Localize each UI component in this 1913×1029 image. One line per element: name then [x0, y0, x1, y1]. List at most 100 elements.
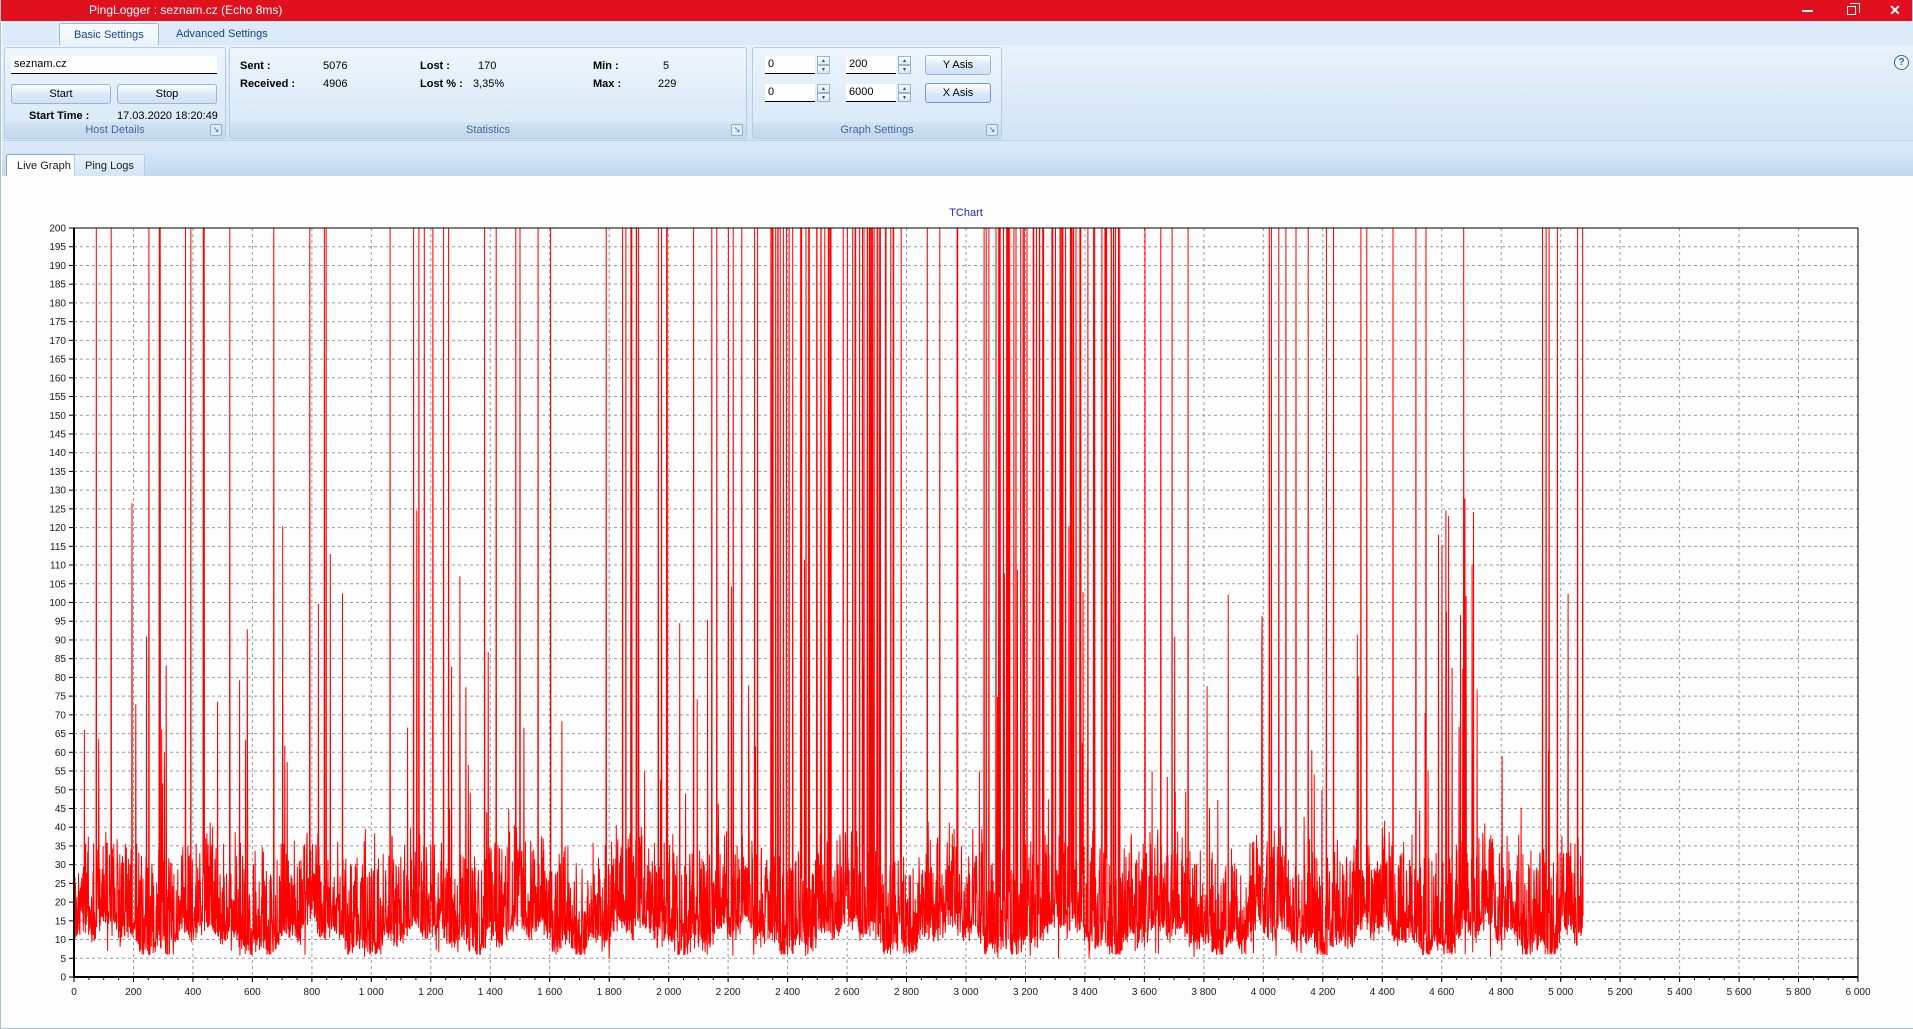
svg-text:1 400: 1 400 — [478, 987, 503, 998]
svg-text:600: 600 — [244, 987, 261, 998]
svg-text:110: 110 — [50, 561, 66, 572]
svg-text:125: 125 — [49, 504, 66, 515]
minimize-button[interactable] — [1796, 2, 1818, 20]
ribbon: Basic Settings Advanced Settings seznam.… — [2, 21, 1913, 152]
svg-text:4 800: 4 800 — [1489, 987, 1514, 998]
svg-text:80: 80 — [55, 673, 67, 684]
x-min-spinner: 0 ▲▼ — [765, 84, 830, 102]
svg-text:TChart: TChart — [949, 207, 983, 219]
start-time-value: 17.03.2020 18:20:49 — [117, 110, 218, 122]
statistics-group-label: Statistics — [466, 124, 510, 136]
svg-text:3 600: 3 600 — [1132, 987, 1157, 998]
max-label: Max : — [593, 78, 621, 90]
spin-up-icon[interactable]: ▲ — [817, 84, 830, 93]
svg-text:200: 200 — [49, 224, 66, 235]
svg-text:120: 120 — [49, 523, 66, 534]
spin-down-icon[interactable]: ▼ — [898, 65, 911, 74]
svg-text:2 200: 2 200 — [716, 987, 741, 998]
svg-text:4 400: 4 400 — [1370, 987, 1395, 998]
dialog-launcher-icon[interactable]: ↘ — [986, 124, 998, 136]
svg-text:180: 180 — [49, 298, 66, 309]
y-min-spinner: 0 ▲▼ — [765, 56, 830, 74]
svg-text:5 200: 5 200 — [1608, 987, 1633, 998]
max-value: 229 — [658, 78, 676, 90]
svg-text:20: 20 — [55, 898, 67, 909]
svg-text:3 800: 3 800 — [1191, 987, 1216, 998]
svg-text:45: 45 — [55, 804, 67, 815]
stop-button-label: Stop — [156, 88, 179, 100]
svg-text:75: 75 — [55, 692, 67, 703]
lost-label: Lost : — [420, 60, 450, 72]
y-axis-button[interactable]: Y Asis — [925, 55, 991, 75]
y-min-input[interactable]: 0 — [765, 56, 815, 74]
svg-text:1 000: 1 000 — [359, 987, 384, 998]
svg-text:200: 200 — [125, 987, 142, 998]
svg-text:0: 0 — [71, 987, 77, 998]
ping-chart[interactable]: 0510152025303540455055606570758085909510… — [2, 176, 1913, 1028]
group-host-details: seznam.cz Start Stop Start Time : 17.03.… — [4, 47, 226, 139]
x-max-spinner: 6000 ▲▼ — [846, 84, 911, 102]
svg-text:1 600: 1 600 — [537, 987, 562, 998]
svg-text:165: 165 — [49, 355, 66, 366]
minimize-icon — [1802, 10, 1813, 12]
x-max-input[interactable]: 6000 — [846, 84, 896, 102]
received-value: 4906 — [323, 78, 347, 90]
svg-text:170: 170 — [49, 336, 66, 347]
start-button[interactable]: Start — [11, 84, 111, 104]
host-input[interactable]: seznam.cz — [11, 56, 217, 74]
live-graph-panel: 0510152025303540455055606570758085909510… — [2, 176, 1913, 1028]
svg-text:185: 185 — [49, 280, 66, 291]
close-button[interactable]: ✕ — [1884, 2, 1906, 20]
svg-text:90: 90 — [55, 635, 67, 646]
restore-button[interactable] — [1840, 2, 1862, 20]
tab-advanced-settings[interactable]: Advanced Settings — [162, 23, 282, 45]
dialog-launcher-icon[interactable]: ↘ — [731, 124, 743, 136]
group-graph-settings: 0 ▲▼ 200 ▲▼ Y Asis 0 ▲▼ 6000 ▲▼ X Asis — [752, 47, 1002, 139]
spin-down-icon[interactable]: ▼ — [817, 93, 830, 102]
svg-text:4 600: 4 600 — [1429, 987, 1454, 998]
y-max-input[interactable]: 200 — [846, 56, 896, 74]
svg-text:65: 65 — [55, 729, 67, 740]
spin-up-icon[interactable]: ▲ — [817, 56, 830, 65]
stop-button[interactable]: Stop — [117, 84, 217, 104]
svg-text:10: 10 — [55, 935, 67, 946]
spin-down-icon[interactable]: ▼ — [817, 65, 830, 74]
svg-text:150: 150 — [49, 411, 66, 422]
svg-text:2 800: 2 800 — [894, 987, 919, 998]
svg-text:5: 5 — [60, 954, 66, 965]
svg-text:140: 140 — [49, 448, 66, 459]
svg-text:3 000: 3 000 — [953, 987, 978, 998]
svg-text:3 400: 3 400 — [1072, 987, 1097, 998]
ribbon-band: seznam.cz Start Stop Start Time : 17.03.… — [2, 45, 1913, 141]
svg-text:70: 70 — [55, 710, 67, 721]
svg-text:190: 190 — [49, 261, 66, 272]
svg-text:175: 175 — [49, 317, 66, 328]
start-time-label: Start Time : — [29, 110, 89, 122]
tab-ping-logs[interactable]: Ping Logs — [74, 154, 145, 176]
dialog-launcher-icon[interactable]: ↘ — [210, 124, 222, 136]
svg-text:0: 0 — [60, 973, 66, 984]
title-bar: PingLogger : seznam.cz (Echo 8ms) ✕ — [1, 0, 1912, 21]
svg-text:2 600: 2 600 — [835, 987, 860, 998]
tab-live-graph[interactable]: Live Graph — [6, 154, 82, 176]
spin-down-icon[interactable]: ▼ — [898, 93, 911, 102]
graph-settings-footer: Graph Settings ↘ — [753, 122, 1001, 138]
svg-text:130: 130 — [49, 486, 66, 497]
restore-icon — [1847, 6, 1856, 15]
tab-basic-settings[interactable]: Basic Settings — [59, 23, 159, 45]
spin-up-icon[interactable]: ▲ — [898, 56, 911, 65]
host-details-group-label: Host Details — [85, 124, 144, 136]
lost-pct-label: Lost % : — [420, 78, 463, 90]
close-icon: ✕ — [1889, 2, 1901, 19]
help-icon[interactable]: ? — [1894, 55, 1909, 70]
window-title: PingLogger : seznam.cz (Echo 8ms) — [89, 3, 282, 17]
spin-up-icon[interactable]: ▲ — [898, 84, 911, 93]
sent-value: 5076 — [323, 60, 347, 72]
x-min-input[interactable]: 0 — [765, 84, 815, 102]
svg-text:195: 195 — [49, 242, 66, 253]
svg-text:85: 85 — [55, 654, 67, 665]
min-label: Min : — [593, 60, 619, 72]
svg-text:40: 40 — [55, 823, 67, 834]
svg-text:25: 25 — [55, 879, 67, 890]
x-axis-button[interactable]: X Asis — [925, 83, 991, 103]
